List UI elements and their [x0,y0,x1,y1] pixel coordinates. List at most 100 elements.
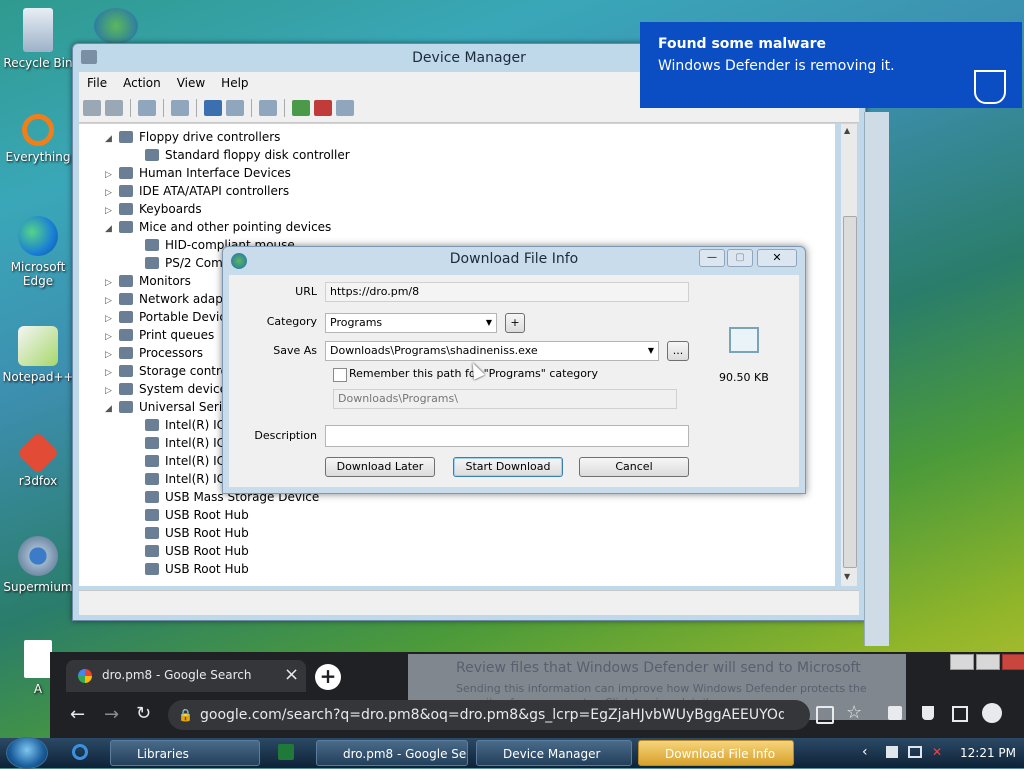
browse-button[interactable]: ... [667,341,689,361]
description-input[interactable] [325,425,689,447]
tree-item[interactable]: ▷ System device [105,380,227,398]
update-driver-icon[interactable] [292,100,310,116]
tree-item[interactable]: USB Root Hub [131,524,249,542]
tree-item[interactable]: ▷ Portable Devic [105,308,226,326]
share-icon[interactable] [816,706,834,724]
scrollbar-thumb[interactable] [843,216,857,568]
tree-item[interactable]: Intel(R) ICH [131,416,234,434]
vertical-scrollbar[interactable]: ▲ ▼ [841,124,857,586]
tree-item[interactable]: ◢ Universal Seria [105,398,230,416]
clock[interactable]: 12:21 PM [960,746,1016,760]
desktop-icon-everything[interactable]: Everything [2,114,74,164]
show-hidden-icons-icon[interactable]: ‹ [862,744,868,760]
show-hide-console-tree-icon[interactable] [138,100,156,116]
tree-item[interactable]: ▷ IDE ATA/ATAPI controllers [105,182,289,200]
add-category-button[interactable]: + [505,313,525,333]
tree-item[interactable]: ▷ Human Interface Devices [105,164,291,182]
tree-item[interactable]: ▷ Keyboards [105,200,202,218]
extensions-icon[interactable] [888,706,902,720]
tab-close-icon[interactable]: × [284,664,299,685]
tree-item[interactable]: ◢ Floppy drive controllers [105,128,280,146]
download-later-button[interactable]: Download Later [325,457,435,477]
desktop-icon-supermium[interactable]: Supermium [2,536,74,594]
browser-minimize-button[interactable] [950,654,974,670]
tree-item[interactable]: ◢ Mice and other pointing devices [105,218,331,236]
url-field[interactable]: https://dro.pm/8 [325,282,689,302]
help-icon[interactable] [204,100,222,116]
file-type-icon [729,327,759,353]
tree-item[interactable]: ▷ Storage contro [105,362,228,380]
action-pane-icon[interactable] [226,100,244,116]
tree-expander-icon[interactable]: ◢ [105,130,115,148]
side-panel-icon[interactable] [952,706,968,722]
desktop-icon-recycle-bin[interactable]: Recycle Bin [2,8,74,70]
chevron-down-icon[interactable]: ▼ [648,342,654,360]
menu-help[interactable]: Help [213,76,256,90]
forward-arrow-icon[interactable]: → [104,704,119,725]
tree-item[interactable]: ▷ Print queues [105,326,214,344]
tree-item-label: USB Root Hub [165,562,249,576]
device-icon [145,419,159,431]
properties-icon[interactable] [171,100,189,116]
desktop-icon-r3dfox[interactable]: r3dfox [2,431,74,488]
start-button[interactable] [6,737,48,769]
new-tab-button[interactable]: + [315,664,341,690]
browser-maximize-button[interactable] [976,654,1000,670]
idm-desktop-icon[interactable] [94,8,138,44]
forward-icon[interactable] [105,100,123,116]
scan-hardware-icon[interactable] [259,100,277,116]
tree-item[interactable]: PS/2 Comp [131,254,230,272]
back-arrow-icon[interactable]: ← [70,704,85,725]
saveas-field[interactable]: Downloads\Programs\shadineniss.exe ▼ [325,341,659,361]
tree-item[interactable]: ▷ Processors [105,344,203,362]
action-center-icon[interactable] [886,746,898,758]
uninstall-icon[interactable] [314,100,332,116]
address-bar[interactable]: 🔒 google.com/search?q=dro.pm8&oq=dro.pm8… [168,700,810,730]
tree-item[interactable]: ▷ Monitors [105,272,191,290]
tree-item[interactable]: ▷ Network adapt [105,290,228,308]
maximize-button[interactable]: ▢ [727,249,753,267]
tree-item[interactable]: Intel(R) ICH [131,470,234,488]
browser-tab[interactable]: dro.pm8 - Google Search × [66,660,306,692]
tree-item[interactable]: Standard floppy disk controller [131,146,350,164]
back-icon[interactable] [83,100,101,116]
taskbar-item-download-file-info[interactable]: Download File Info [638,740,794,766]
network-icon[interactable] [908,746,922,758]
category-select[interactable]: Programs ▼ [325,313,497,333]
tree-item[interactable]: USB Root Hub [131,560,249,578]
menu-file[interactable]: File [79,76,115,90]
ie-quicklaunch-icon[interactable] [72,744,88,760]
tree-expander-icon[interactable]: ◢ [105,400,115,418]
taskbar-item-browser[interactable]: dro.pm8 - Google Se... [316,740,468,766]
disable-device-icon[interactable] [336,100,354,116]
tree-expander-icon[interactable]: ◢ [105,220,115,238]
browser-close-button[interactable] [1002,654,1024,670]
edge-icon [18,216,58,256]
scroll-up-icon[interactable]: ▲ [844,126,850,135]
desktop-icon-notepadpp[interactable]: Notepad++ [2,326,74,384]
bookmark-star-icon[interactable]: ☆ [846,702,862,723]
tree-item[interactable]: Intel(R) ICH [131,452,234,470]
reload-icon[interactable]: ↻ [136,703,151,724]
tree-item-label: Universal Seria [139,400,230,414]
malware-notification[interactable]: Found some malware Windows Defender is r… [640,22,1022,108]
menu-view[interactable]: View [169,76,213,90]
scroll-down-icon[interactable]: ▼ [844,572,850,581]
cancel-button[interactable]: Cancel [579,457,689,477]
lab-flask-icon[interactable] [922,706,934,720]
excel-taskbar-icon[interactable] [278,744,294,760]
start-download-button[interactable]: Start Download [453,457,563,477]
desktop-icon-edge[interactable]: Microsoft Edge [2,216,74,288]
taskbar-item-device-manager[interactable]: Device Manager [476,740,632,766]
minimize-button[interactable]: — [699,249,725,267]
volume-muted-icon[interactable]: ✕ [932,745,942,759]
tree-item[interactable]: USB Root Hub [131,542,249,560]
tree-item[interactable]: USB Root Hub [131,506,249,524]
menu-action[interactable]: Action [115,76,169,90]
tree-item-label: USB Root Hub [165,508,249,522]
taskbar-item-libraries[interactable]: Libraries [110,740,260,766]
tree-item[interactable]: Intel(R) ICH [131,434,234,452]
close-button[interactable]: ✕ [757,249,797,267]
remember-path-checkbox[interactable] [333,368,347,382]
profile-avatar-icon[interactable] [982,703,1002,723]
